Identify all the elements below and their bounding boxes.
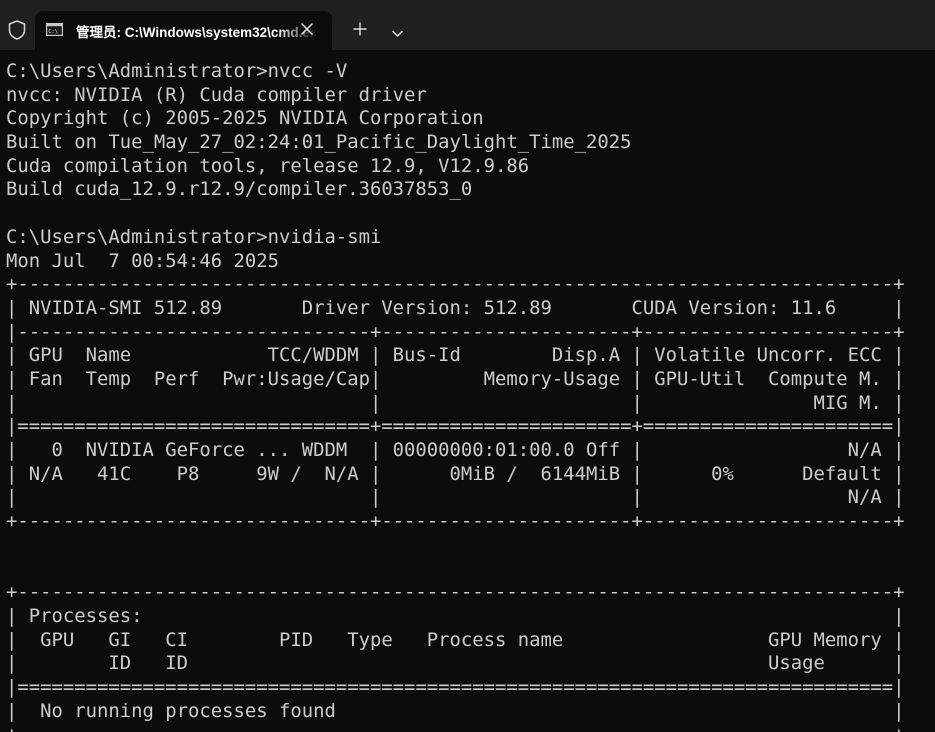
console-line: | GPU GI CI PID Type Process name GPU Me…	[6, 628, 905, 651]
cmd-icon: C:\	[46, 23, 64, 37]
shield-icon	[8, 20, 26, 40]
new-tab-button[interactable]	[353, 22, 367, 36]
tab-title: 管理员: C:\Windows\system32\cmd.exe	[76, 25, 316, 40]
console-line: Build cuda_12.9.r12.9/compiler.36037853_…	[6, 178, 473, 201]
terminal-window: C:\ 管理员: C:\Windows\system32\cmd.exe C:\…	[0, 0, 935, 732]
chevron-down-icon[interactable]	[392, 25, 403, 37]
console-line: nvcc: NVIDIA (R) Cuda compiler driver	[6, 83, 427, 106]
console-line: | No running processes found |	[6, 699, 905, 722]
console-line: |=======================================…	[6, 675, 905, 698]
console-line: |===============================+=======…	[6, 415, 905, 438]
console-line: C:\Users\Administrator>nvidia-smi	[6, 225, 382, 248]
console-line: | 0 NVIDIA GeForce ... WDDM | 00000000:0…	[6, 439, 905, 461]
console-line: | | | N/A |	[6, 486, 905, 509]
console-line: Cuda compilation tools, release 12.9, V1…	[6, 154, 530, 177]
console-line: | Processes: |	[6, 604, 905, 627]
close-icon[interactable]	[300, 22, 314, 36]
console-line: Built on Tue_May_27_02:24:01_Pacific_Day…	[6, 131, 632, 154]
console-line: | N/A 41C P8 9W / N/A | 0MiB / 6144MiB |…	[6, 462, 905, 485]
console-line: +---------------------------------------…	[6, 723, 904, 732]
title-bar: C:\ 管理员: C:\Windows\system32\cmd.exe	[0, 0, 935, 50]
console-line: | Fan Temp Perf Pwr:Usage/Cap| Memory-Us…	[6, 367, 905, 390]
console-line: |-------------------------------+-------…	[6, 320, 905, 343]
console-line: | GPU Name TCC/WDDM | Bus-Id Disp.A | Vo…	[6, 344, 905, 367]
tab-cmd[interactable]: C:\ 管理员: C:\Windows\system32\cmd.exe	[35, 11, 332, 50]
console-line: Copyright (c) 2005-2025 NVIDIA Corporati…	[6, 107, 484, 130]
svg-text:C:\: C:\	[48, 29, 58, 35]
console-line: | | | MIG M. |	[6, 391, 905, 414]
console-line: +-------------------------------+-------…	[6, 510, 905, 533]
console-line: | NVIDIA-SMI 512.89 Driver Version: 512.…	[6, 296, 905, 319]
console-line: C:\Users\Administrator>nvcc -V	[6, 60, 348, 82]
console-line: +---------------------------------------…	[6, 581, 905, 604]
console-line: Mon Jul 7 00:54:46 2025	[6, 249, 279, 272]
console-line: | ID ID Usage |	[6, 652, 905, 675]
console-output[interactable]: C:\Users\Administrator>nvcc -V nvcc: NVID…	[6, 60, 904, 732]
console-line: +---------------------------------------…	[6, 273, 905, 296]
